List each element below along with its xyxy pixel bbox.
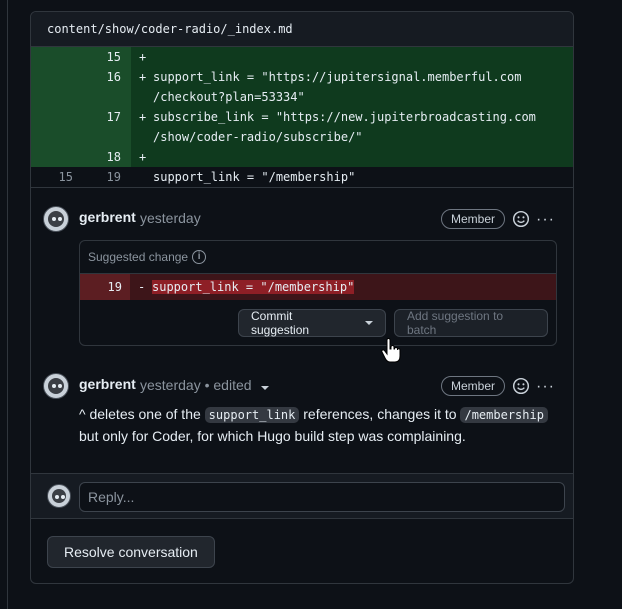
reply-input[interactable]: Reply... [79, 482, 565, 512]
avatar[interactable] [43, 373, 69, 399]
avatar[interactable] [43, 206, 69, 232]
suggested-change-title: Suggested change [88, 250, 189, 264]
diff-hunk: 15 + 16 + support_link = "https://jupiter… [31, 47, 573, 188]
file-path[interactable]: content/show/coder-radio/_index.md [31, 12, 573, 47]
timeline-line [7, 0, 8, 609]
comment-author[interactable]: gerbrent [79, 209, 136, 225]
more-options-icon[interactable]: ··· [536, 212, 555, 228]
add-to-batch-button[interactable]: Add suggestion to batch [394, 309, 548, 337]
member-badge: Member [441, 209, 506, 229]
member-badge: Member [441, 376, 506, 396]
comment-time: yesterday • edited [140, 377, 270, 393]
comment-time[interactable]: yesterday [140, 210, 201, 226]
diff-line: 15 + [31, 47, 573, 67]
diff-line: 17 + subscribe_link = "https://new.jupite… [31, 107, 573, 147]
diff-line: 18 + [31, 147, 573, 167]
add-reaction-icon[interactable] [512, 210, 530, 228]
chevron-down-icon[interactable] [261, 386, 270, 390]
resolve-conversation-button[interactable]: Resolve conversation [47, 536, 215, 568]
diff-line: 15 19 support_link = "/membership" [31, 167, 573, 188]
reply-bar: Reply... [31, 473, 573, 519]
diff-line: 16 + support_link = "https://jupitersigna… [31, 67, 573, 107]
commit-suggestion-button[interactable]: Commit suggestion [238, 309, 386, 337]
more-options-icon[interactable]: ··· [536, 379, 555, 395]
hand-cursor-icon [381, 338, 401, 363]
chevron-down-icon [365, 321, 373, 325]
review-thread: content/show/coder-radio/_index.md 15 + … [30, 11, 574, 584]
comment-author[interactable]: gerbrent [79, 376, 136, 392]
deleted-line: 19 - support_link = "/membership" [80, 274, 556, 300]
add-reaction-icon[interactable] [512, 377, 530, 395]
comment-body: ^ deletes one of the support_link refere… [79, 404, 559, 447]
avatar [47, 484, 71, 508]
info-icon[interactable]: i [192, 250, 207, 264]
